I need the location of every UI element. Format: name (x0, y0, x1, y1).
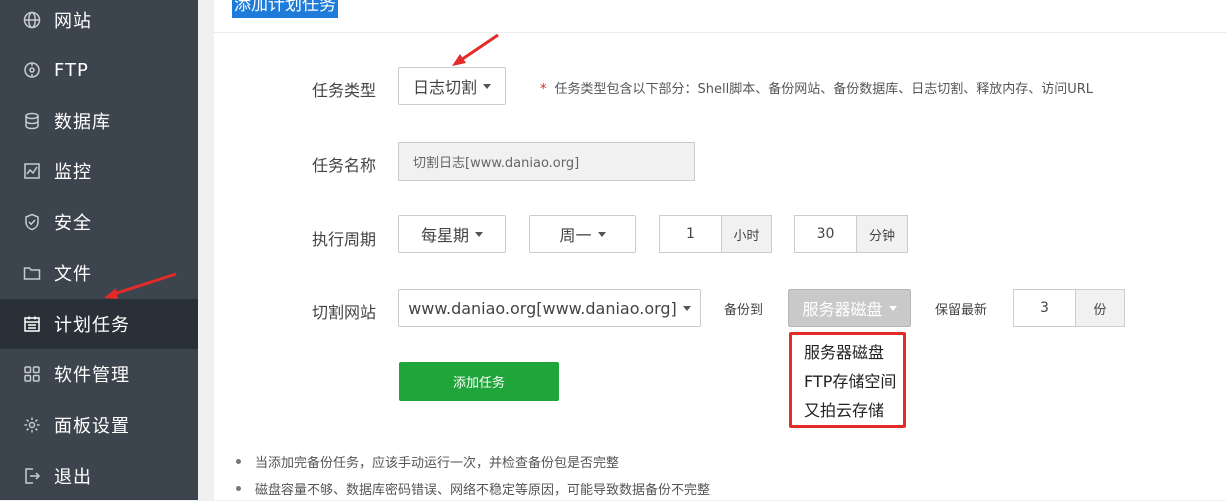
note-text: 当添加完备份任务，应该手动运行一次，并检查备份包是否完整 (255, 456, 620, 471)
backup-target-dropdown: 服务器磁盘 FTP存储空间 又拍云存储 (789, 332, 906, 428)
sidebar-item-label: 网站 (54, 11, 92, 32)
task-type-hint-text: 任务类型包含以下部分：Shell脚本、备份网站、备份数据库、日志切割、释放内存、… (554, 82, 1094, 97)
sidebar-item-label: 安全 (54, 213, 92, 234)
bullet-icon (236, 486, 241, 491)
minute-input-group: 30 分钟 (794, 215, 908, 253)
period-value: 每星期 (420, 226, 469, 245)
site-select[interactable]: www.daniao.org[www.daniao.org] (398, 289, 701, 327)
note-item: 磁盘容量不够、数据库密码错误、网络不稳定等原因，可能导致数据备份不完整 (236, 479, 710, 498)
ftp-icon (23, 61, 41, 79)
minute-input[interactable]: 30 (795, 216, 856, 252)
layout-gutter (198, 0, 214, 500)
task-type-hint: * 任务类型包含以下部分：Shell脚本、备份网站、备份数据库、日志切割、释放内存… (540, 78, 1093, 97)
sidebar-item-monitor[interactable]: 监控 (0, 146, 198, 196)
keep-count-input[interactable]: 3 (1014, 290, 1075, 326)
hour-input[interactable]: 1 (660, 216, 721, 252)
sidebar-item-website[interactable]: 网站 (0, 0, 198, 45)
shield-icon (23, 213, 41, 231)
folder-icon (23, 264, 41, 282)
sidebar-item-label: 面板设置 (54, 416, 130, 437)
backup-to-label: 备份到 (724, 303, 764, 318)
sidebar-item-label: 文件 (54, 264, 92, 285)
backup-target-select[interactable]: 服务器磁盘 (788, 289, 911, 327)
sidebar-item-software[interactable]: 软件管理 (0, 349, 198, 399)
add-task-button[interactable]: 添加任务 (399, 362, 559, 401)
chevron-down-icon (597, 231, 606, 237)
sidebar-item-database[interactable]: 数据库 (0, 96, 198, 146)
globe-icon (23, 11, 41, 29)
sidebar-item-label: 退出 (54, 467, 92, 488)
page-title: 添加计划任务 (232, 0, 338, 18)
sidebar-item-cron[interactable]: 计划任务 (0, 299, 198, 349)
site-label: 切割网站 (312, 303, 377, 322)
sidebar-item-label: FTP (54, 59, 89, 81)
logout-icon (23, 467, 41, 485)
sidebar-item-security[interactable]: 安全 (0, 197, 198, 247)
gear-icon (23, 416, 41, 434)
task-name-label: 任务名称 (312, 156, 377, 175)
sidebar-item-label: 监控 (54, 162, 92, 183)
sidebar-item-panel-settings[interactable]: 面板设置 (0, 400, 198, 450)
hour-unit: 小时 (721, 216, 771, 252)
main-panel: 添加计划任务 任务类型 日志切割 * 任务类型包含以下部分：Shell脚本、备份网… (214, 0, 1226, 500)
sidebar-item-ftp[interactable]: FTP (0, 45, 198, 95)
sidebar-item-label: 数据库 (54, 112, 111, 133)
site-value: www.daniao.org[www.daniao.org] (408, 298, 677, 318)
sidebar-item-label: 软件管理 (54, 365, 130, 386)
task-type-value: 日志切割 (412, 78, 477, 97)
dropdown-option-server-disk[interactable]: 服务器磁盘 (792, 338, 903, 367)
keep-latest-label: 保留最新 (935, 303, 988, 318)
chevron-down-icon (682, 305, 691, 311)
weekday-value: 周一 (559, 226, 592, 245)
calendar-icon (23, 315, 41, 333)
backup-target-value: 服务器磁盘 (802, 300, 883, 319)
minute-unit: 分钟 (856, 216, 907, 252)
chevron-down-icon (483, 83, 491, 89)
keep-count-unit: 份 (1075, 290, 1124, 326)
database-icon (23, 112, 41, 130)
weekday-select[interactable]: 周一 (529, 215, 636, 253)
title-divider (214, 32, 1226, 33)
bullet-icon (236, 459, 241, 464)
grid-icon (23, 365, 41, 383)
period-select[interactable]: 每星期 (398, 215, 506, 253)
task-name-input[interactable]: 切割日志[www.daniao.org] (398, 142, 695, 181)
task-type-select[interactable]: 日志切割 (398, 67, 506, 105)
chevron-down-icon (475, 231, 483, 237)
period-label: 执行周期 (312, 230, 377, 249)
dropdown-option-ftp-storage[interactable]: FTP存储空间 (792, 367, 903, 396)
task-type-label: 任务类型 (312, 81, 377, 100)
note-text: 磁盘容量不够、数据库密码错误、网络不稳定等原因，可能导致数据备份不完整 (255, 483, 711, 498)
sidebar-item-logout[interactable]: 退出 (0, 451, 198, 501)
sidebar-item-label: 计划任务 (54, 315, 130, 336)
chevron-down-icon (888, 305, 897, 311)
keep-count-group: 3 份 (1013, 289, 1125, 327)
monitor-icon (23, 162, 41, 180)
hour-input-group: 1 小时 (659, 215, 772, 253)
dropdown-option-upyun-storage[interactable]: 又拍云存储 (792, 396, 903, 425)
note-item: 当添加完备份任务，应该手动运行一次，并检查备份包是否完整 (236, 452, 619, 471)
sidebar-item-files[interactable]: 文件 (0, 248, 198, 298)
required-marker: * (540, 82, 547, 97)
sidebar: 网站 FTP 数据库 监控 安全 文件 计划任务 软件管理 面板设置 退出 (0, 0, 198, 500)
